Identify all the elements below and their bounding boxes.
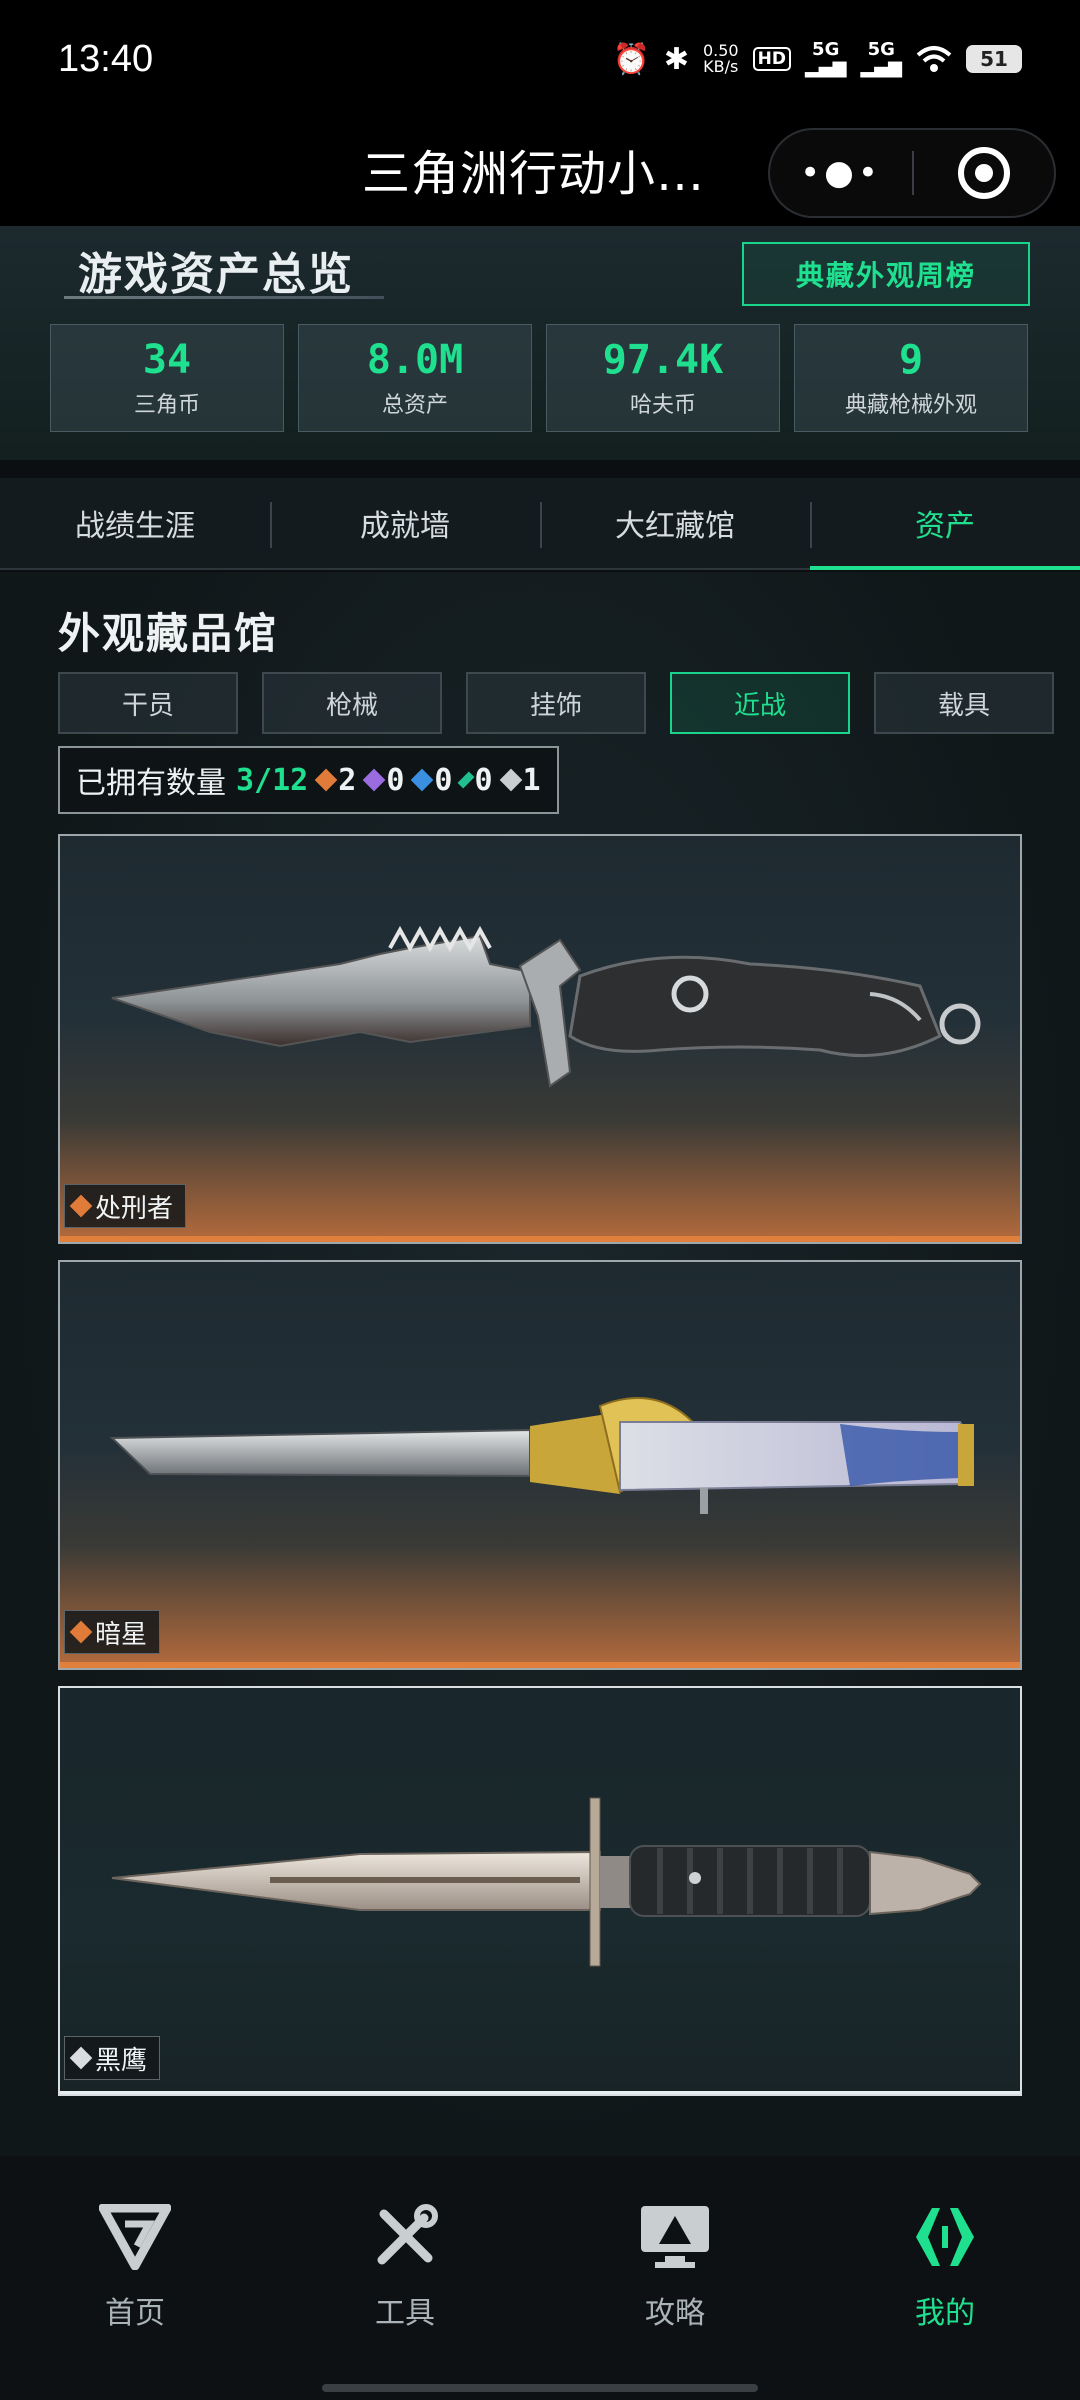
stat-value: 97.4K bbox=[602, 337, 724, 383]
orange-rarity-icon bbox=[69, 1194, 93, 1218]
rarity-orange-count: 2 bbox=[314, 763, 356, 798]
collection-title: 外观藏品馆 bbox=[58, 609, 279, 658]
asset-overview-title: 游戏资产总览 bbox=[78, 249, 354, 300]
melee-item-card[interactable]: 暗星 bbox=[58, 1260, 1022, 1670]
signal-1: 5G ▂▄▆ bbox=[804, 39, 847, 78]
more-dots-icon[interactable]: •●• bbox=[770, 153, 912, 193]
nav-tools[interactable]: 工具 bbox=[270, 2156, 540, 2400]
alarm-icon: ⏰ bbox=[612, 41, 650, 77]
tab-assets[interactable]: 资产 bbox=[810, 478, 1080, 570]
hd-badge: HD bbox=[752, 47, 791, 71]
item-name: 黑鹰 bbox=[95, 2045, 148, 2076]
white-rarity-icon bbox=[69, 2046, 93, 2070]
guide-monitor-icon bbox=[641, 2206, 709, 2268]
melee-item-card[interactable]: 黑鹰 bbox=[58, 1686, 1022, 2096]
stat-label: 总资产 bbox=[381, 393, 448, 418]
stat-label: 哈夫币 bbox=[629, 393, 696, 418]
status-bar: 13:40 ⏰ ✱ 0.50 KB/s HD 5G ▂▄▆ 5G ▂▄▆ 51 bbox=[0, 0, 1080, 118]
category-filters: 干员 枪械 挂饰 近战 载具 bbox=[58, 672, 1054, 734]
tools-icon bbox=[377, 2204, 438, 2265]
owned-label: 已拥有数量 bbox=[76, 766, 226, 801]
asset-stats: 34 三角币 8.0M 总资产 97.4K 哈夫币 9 典藏枪械外观 bbox=[50, 324, 1028, 432]
profile-logo-icon bbox=[916, 2208, 974, 2266]
rarity-purple-count: 0 bbox=[362, 763, 404, 798]
rarity-green-count: 0 bbox=[457, 763, 493, 798]
tab-red-collection[interactable]: 大红藏馆 bbox=[540, 478, 810, 568]
orange-rarity-icon bbox=[69, 1620, 93, 1644]
item-label: 黑鹰 bbox=[64, 2036, 161, 2080]
nav-profile[interactable]: 我的 bbox=[810, 2156, 1080, 2400]
battery-icon: 51 bbox=[966, 45, 1022, 73]
tab-achievements[interactable]: 成就墙 bbox=[270, 478, 540, 568]
stat-label: 三角币 bbox=[133, 393, 200, 418]
filter-guns[interactable]: 枪械 bbox=[262, 672, 442, 734]
owned-count: 3/12 bbox=[236, 762, 309, 798]
knife-black-hawk-image bbox=[111, 1797, 982, 1967]
nav-label: 首页 bbox=[105, 2296, 165, 2331]
bluetooth-icon: ✱ bbox=[663, 41, 689, 77]
stat-card: 9 典藏枪械外观 bbox=[794, 324, 1028, 432]
bottom-navigation: 首页 工具 攻略 我的 bbox=[0, 2156, 1080, 2400]
tab-career[interactable]: 战绩生涯 bbox=[0, 478, 270, 568]
stat-value: 34 bbox=[142, 337, 192, 383]
filter-melee[interactable]: 近战 bbox=[670, 672, 850, 734]
nav-label: 我的 bbox=[915, 2296, 975, 2331]
title-underline bbox=[64, 296, 384, 299]
stat-value: 9 bbox=[898, 337, 924, 383]
collection-section: 外观藏品馆 干员 枪械 挂饰 近战 载具 已拥有数量 3/12 2 0 0 0 … bbox=[0, 572, 1080, 2156]
wifi-icon bbox=[916, 45, 952, 73]
nav-label: 攻略 bbox=[645, 2296, 705, 2331]
stat-value: 8.0M bbox=[366, 337, 464, 383]
melee-item-card[interactable]: 处刑者 bbox=[58, 834, 1022, 1244]
owned-summary: 已拥有数量 3/12 2 0 0 0 1 bbox=[58, 746, 559, 814]
knife-executioner-image bbox=[111, 925, 981, 1088]
home-g-icon bbox=[99, 2204, 171, 2270]
item-label: 暗星 bbox=[64, 1610, 161, 1654]
item-label: 处刑者 bbox=[64, 1184, 187, 1228]
nav-home[interactable]: 首页 bbox=[0, 2156, 270, 2400]
stat-card: 97.4K 哈夫币 bbox=[546, 324, 780, 432]
nav-guide[interactable]: 攻略 bbox=[540, 2156, 810, 2400]
filter-operators[interactable]: 干员 bbox=[58, 672, 238, 734]
mini-program-title-bar: 三角洲行动小… •●• bbox=[0, 118, 1080, 226]
stat-card: 8.0M 总资产 bbox=[298, 324, 532, 432]
status-icons: ⏰ ✱ 0.50 KB/s HD 5G ▂▄▆ 5G ▂▄▆ 51 bbox=[612, 41, 1022, 77]
status-time: 13:40 bbox=[58, 37, 154, 80]
item-name: 处刑者 bbox=[95, 1193, 174, 1224]
item-name: 暗星 bbox=[95, 1619, 148, 1650]
rarity-white-count: 1 bbox=[499, 763, 541, 798]
nav-label: 工具 bbox=[375, 2296, 435, 2331]
home-indicator[interactable] bbox=[322, 2384, 758, 2392]
stat-label: 典藏枪械外观 bbox=[844, 393, 977, 418]
signal-2: 5G ▂▄▆ bbox=[860, 39, 902, 78]
page-title: 三角洲行动小… bbox=[362, 146, 706, 202]
filter-charms[interactable]: 挂饰 bbox=[466, 672, 646, 734]
stat-card: 34 三角币 bbox=[50, 324, 284, 432]
close-button[interactable] bbox=[914, 147, 1054, 199]
knife-dark-star-image bbox=[109, 1397, 974, 1514]
filter-vehicles[interactable]: 载具 bbox=[874, 672, 1054, 734]
target-close-icon bbox=[957, 147, 1010, 199]
asset-overview-panel: 游戏资产总览 典藏外观周榜 34 三角币 8.0M 总资产 97.4K 哈夫币 … bbox=[0, 226, 1080, 460]
weekly-ranking-button[interactable]: 典藏外观周榜 bbox=[742, 242, 1030, 306]
rarity-blue-count: 0 bbox=[411, 763, 452, 798]
net-speed: 0.50 KB/s bbox=[702, 41, 739, 76]
section-tabs: 战绩生涯 成就墙 大红藏馆 资产 bbox=[0, 478, 1080, 570]
capsule-menu: •●• bbox=[768, 128, 1056, 218]
